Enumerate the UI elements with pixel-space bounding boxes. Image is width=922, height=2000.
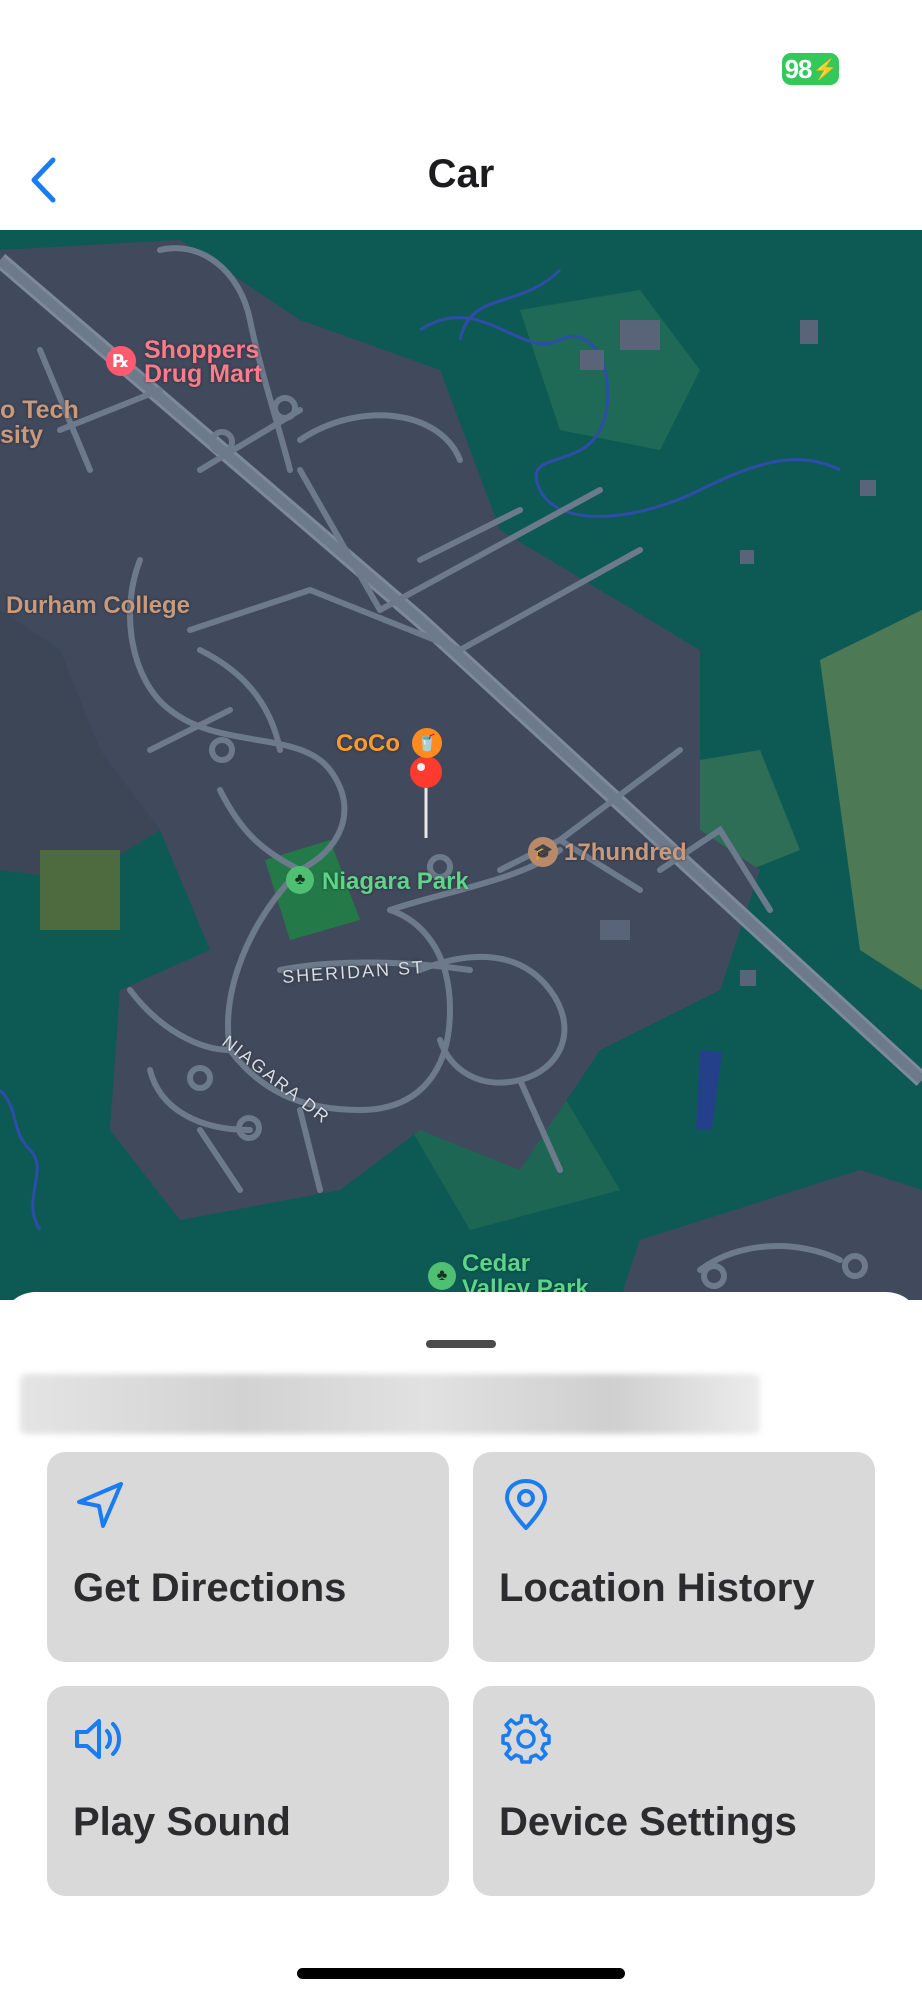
poi-label[interactable]: Durham College — [6, 594, 190, 618]
page-title: Car — [427, 152, 495, 196]
status-bar: 98 ⚡ — [0, 0, 922, 130]
map-canvas — [0, 240, 922, 1300]
device-settings-button[interactable]: Device Settings — [473, 1686, 875, 1896]
play-sound-label: Play Sound — [73, 1800, 291, 1844]
poi-label[interactable]: Niagara Park — [322, 870, 469, 894]
speaker-icon — [75, 1719, 121, 1759]
bottom-sheet: Get Directions Location History Play Sou… — [0, 1292, 922, 2000]
battery-level: 98 — [784, 53, 813, 84]
map-pin-icon — [505, 1479, 547, 1530]
get-directions-button[interactable]: Get Directions — [47, 1452, 449, 1662]
navigation-bar: Car — [0, 130, 922, 230]
poi-label[interactable]: o Tech — [0, 398, 79, 423]
poi-label[interactable]: CoCo — [336, 732, 400, 756]
poi-label[interactable]: Cedar — [462, 1252, 530, 1276]
map-view[interactable]: ℞ 🥤 🎓 ♣ ♣ Shoppers Drug Mart o Tech sity… — [0, 230, 922, 1300]
park-tree-icon: ♣ — [428, 1262, 456, 1290]
location-arrow-icon — [77, 1482, 123, 1528]
device-settings-label: Device Settings — [499, 1800, 797, 1844]
poi-label[interactable]: sity — [0, 423, 43, 448]
pharmacy-icon: ℞ — [106, 346, 136, 376]
park-tree-icon: ♣ — [286, 866, 314, 894]
get-directions-label: Get Directions — [73, 1566, 347, 1610]
gear-icon — [501, 1714, 551, 1764]
poi-label[interactable]: Shoppers — [144, 338, 259, 363]
home-indicator[interactable] — [297, 1968, 625, 1979]
play-sound-button[interactable]: Play Sound — [47, 1686, 449, 1896]
location-history-button[interactable]: Location History — [473, 1452, 875, 1662]
poi-label[interactable]: 17hundred — [564, 841, 687, 865]
drink-icon: 🥤 — [412, 728, 442, 758]
address-redacted — [20, 1374, 760, 1434]
poi-label[interactable]: Drug Mart — [144, 362, 262, 387]
school-icon: 🎓 — [528, 837, 558, 867]
battery-indicator: 98 ⚡ — [782, 53, 839, 85]
sheet-grabber[interactable] — [426, 1340, 496, 1348]
location-history-label: Location History — [499, 1566, 815, 1610]
charging-bolt-icon: ⚡ — [812, 58, 838, 81]
